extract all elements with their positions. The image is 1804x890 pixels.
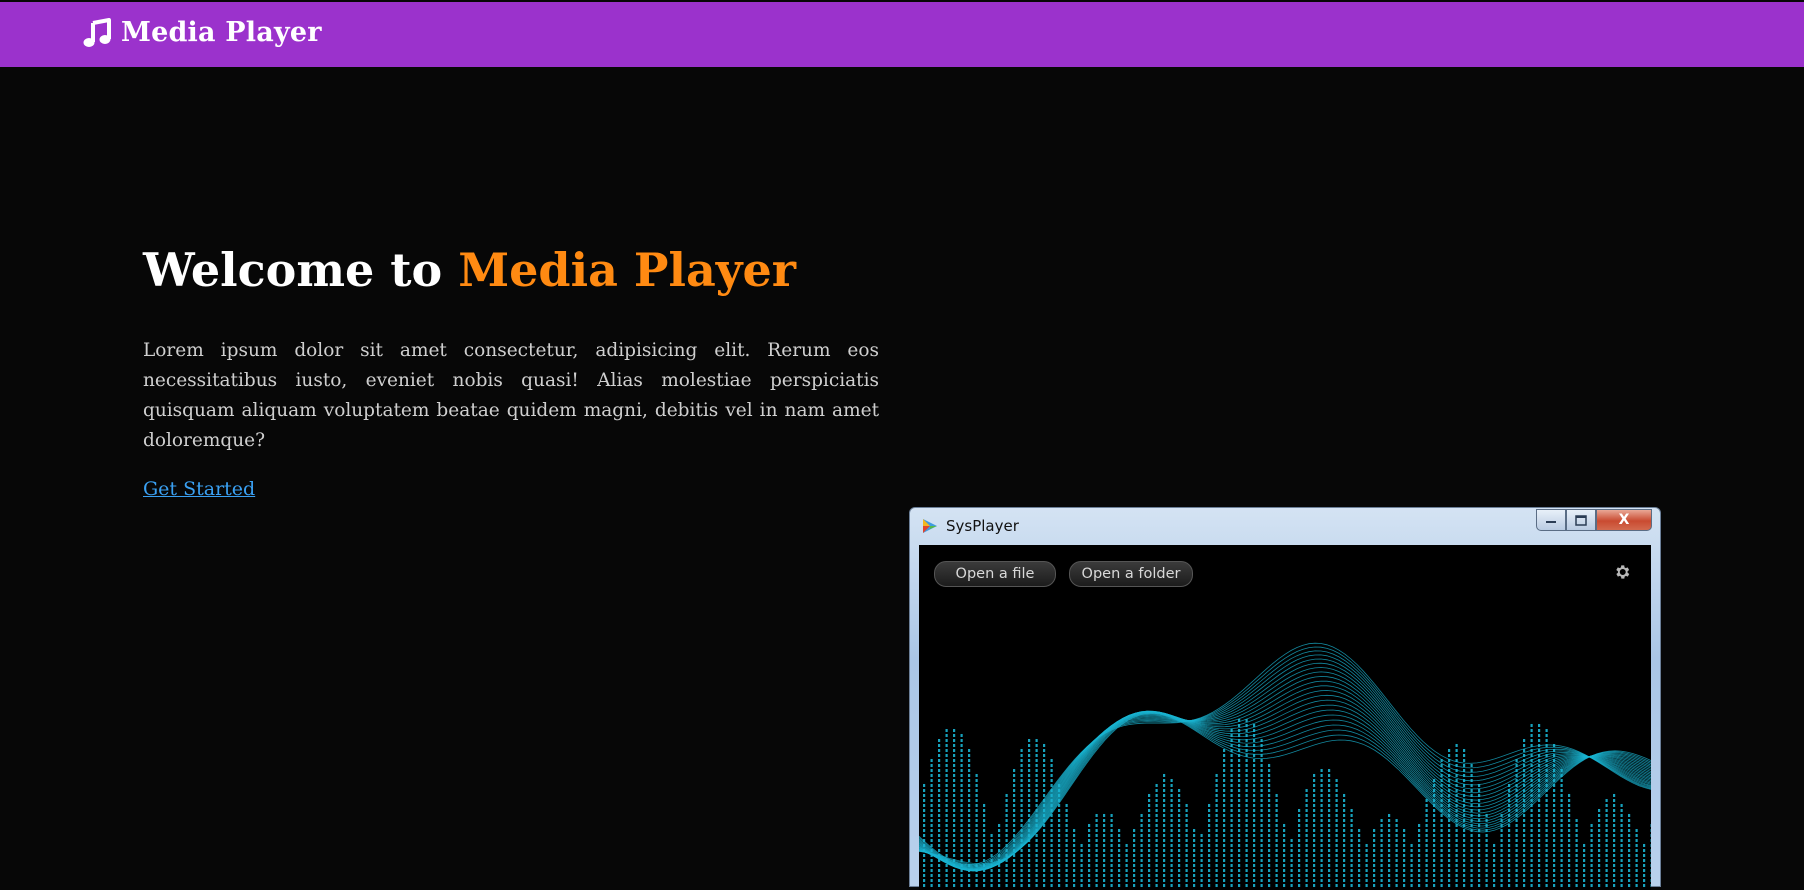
open-folder-button[interactable]: Open a folder bbox=[1069, 561, 1193, 587]
player-client-area: Open a file Open a folder bbox=[919, 545, 1651, 890]
brand-link[interactable]: Media Player bbox=[82, 17, 322, 48]
hero-description: Lorem ipsum dolor sit amet consectetur, … bbox=[143, 340, 879, 451]
maximize-icon bbox=[1575, 514, 1587, 526]
open-file-button[interactable]: Open a file bbox=[934, 561, 1056, 587]
close-button[interactable]: X bbox=[1596, 509, 1652, 531]
window-title: SysPlayer bbox=[946, 517, 1019, 535]
hero-title-accent: Media Player bbox=[458, 243, 796, 297]
maximize-button[interactable] bbox=[1566, 509, 1596, 531]
hero-title-prefix: Welcome to bbox=[143, 243, 443, 297]
close-icon: X bbox=[1618, 512, 1630, 528]
minimize-button[interactable] bbox=[1536, 509, 1566, 531]
get-started-link[interactable]: Get Started bbox=[143, 478, 255, 500]
app-screenshot-window: SysPlayer X Open a file Open a folder bbox=[909, 507, 1661, 890]
minimize-icon bbox=[1546, 521, 1556, 523]
music-note-icon bbox=[83, 17, 111, 47]
brand-label: Media Player bbox=[121, 17, 322, 48]
settings-gear-icon[interactable] bbox=[1613, 563, 1631, 581]
hero-title: Welcome to Media Player bbox=[143, 243, 796, 297]
window-controls: X bbox=[1536, 509, 1652, 531]
audio-visualizer bbox=[919, 642, 1651, 887]
sysplayer-logo-icon bbox=[923, 519, 937, 533]
navbar: Media Player bbox=[0, 2, 1804, 67]
